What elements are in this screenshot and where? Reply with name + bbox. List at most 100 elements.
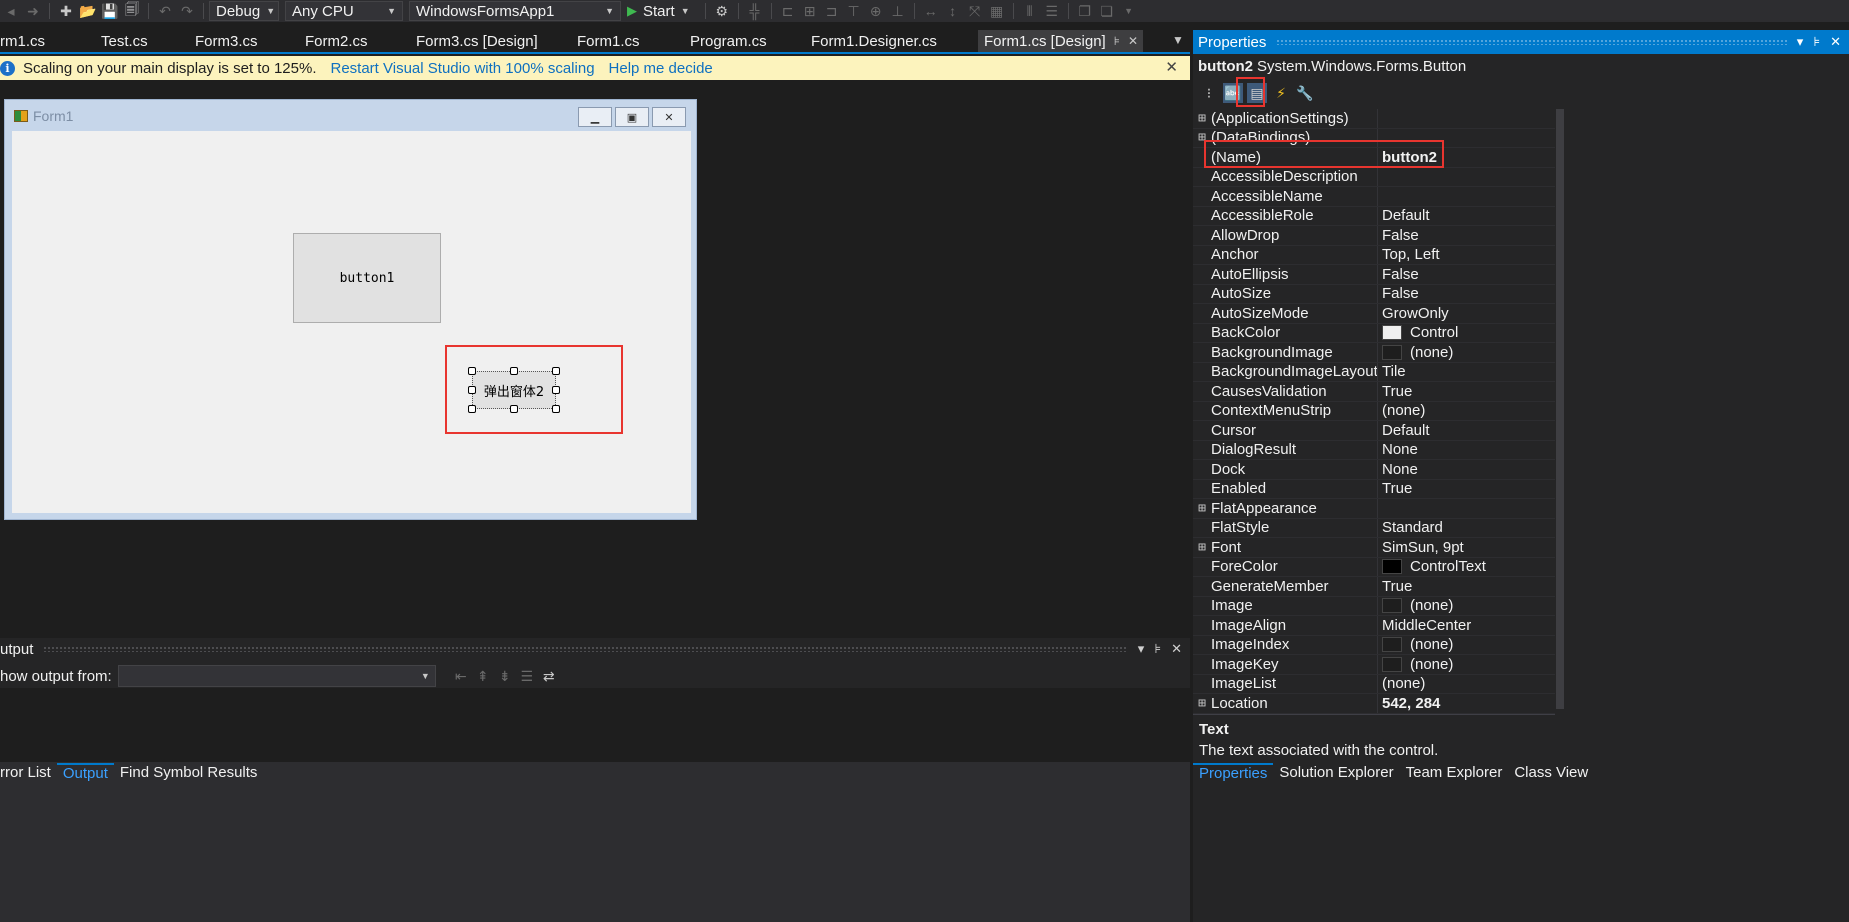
align-rights-icon[interactable]: ⊐ [822, 2, 842, 20]
tab-form1-cs-2[interactable]: Form1.cs [577, 30, 687, 52]
property-value[interactable]: (none) [1377, 655, 1555, 674]
close-icon[interactable]: ✕ [1830, 34, 1841, 50]
align-to-grid-icon[interactable]: ╬ [745, 2, 765, 20]
object-selector[interactable]: button2 System.Windows.Forms.Button [1193, 54, 1849, 78]
align-tops-icon[interactable]: ⊤ [844, 2, 864, 20]
property-value[interactable]: False [1377, 226, 1555, 245]
browser-link-icon[interactable]: ⚙ [712, 2, 732, 20]
pin-icon[interactable]: ⊧ [1154, 641, 1161, 657]
property-row[interactable]: ⊞ Location 542, 284 [1193, 694, 1555, 714]
panel-grip[interactable] [1276, 39, 1787, 45]
make-same-height-icon[interactable]: ↕ [943, 2, 963, 20]
property-value[interactable]: False [1377, 284, 1555, 303]
tab-program-cs[interactable]: Program.cs [687, 30, 811, 52]
property-row[interactable]: FlatStyle Standard [1193, 518, 1555, 538]
start-button[interactable]: ▶ Start ▼ [627, 3, 690, 20]
tab-properties[interactable]: Properties [1193, 762, 1274, 782]
tab-find-symbol-results[interactable]: Find Symbol Results [114, 764, 264, 781]
tab-error-list[interactable]: rror List [0, 764, 57, 781]
property-row[interactable]: ImageKey (none) [1193, 655, 1555, 675]
property-value[interactable]: Top, Left [1377, 245, 1555, 264]
property-value[interactable]: Tile [1377, 362, 1555, 381]
property-row[interactable]: Cursor Default [1193, 421, 1555, 441]
property-row[interactable]: ForeColor ControlText [1193, 557, 1555, 577]
bring-to-front-icon[interactable]: ❐ [1075, 2, 1095, 20]
previous-message-icon[interactable]: ⇞ [473, 667, 493, 685]
vertical-spacing-icon[interactable]: ☰ [1042, 2, 1062, 20]
close-icon[interactable]: ✕ [1171, 641, 1182, 657]
align-bottoms-icon[interactable]: ⊥ [888, 2, 908, 20]
property-value[interactable]: None [1377, 460, 1555, 479]
save-all-icon[interactable]: 🗐 [122, 1, 142, 20]
property-row[interactable]: AutoEllipsis False [1193, 265, 1555, 285]
property-value[interactable]: Default [1377, 206, 1555, 225]
horizontal-spacing-icon[interactable]: ⫴ [1020, 2, 1040, 20]
property-value[interactable] [1377, 167, 1555, 186]
property-row[interactable]: AutoSize False [1193, 284, 1555, 304]
restart-scaling-link[interactable]: Restart Visual Studio with 100% scaling [331, 60, 595, 77]
tab-class-view[interactable]: Class View [1508, 764, 1594, 781]
property-row[interactable]: GenerateMember True [1193, 577, 1555, 597]
open-folder-icon[interactable]: 📂 [78, 2, 98, 20]
solution-config-select[interactable]: Debug ▼ [209, 1, 279, 21]
new-project-icon[interactable]: ✚ [56, 2, 76, 20]
startup-project-select[interactable]: WindowsFormsApp1 ▼ [409, 1, 621, 21]
output-source-select[interactable]: ▼ [117, 665, 436, 687]
help-me-decide-link[interactable]: Help me decide [609, 60, 713, 77]
find-message-icon[interactable]: ⇤ [451, 667, 471, 685]
property-row[interactable]: ⊞ (ApplicationSettings) [1193, 109, 1555, 129]
property-value[interactable]: True [1377, 577, 1555, 596]
tab-form2-cs[interactable]: Form2.cs [302, 30, 412, 52]
property-row[interactable]: AutoSizeMode GrowOnly [1193, 304, 1555, 324]
pin-icon[interactable]: ⊧ [1114, 34, 1120, 48]
toolbar-overflow-icon[interactable]: ▼ [1119, 2, 1139, 20]
dropdown-icon[interactable]: ▾ [1138, 641, 1145, 657]
property-value[interactable]: True [1377, 479, 1555, 498]
expand-icon[interactable]: ⊞ [1193, 111, 1211, 126]
property-value[interactable]: Default [1377, 421, 1555, 440]
expand-icon[interactable]: ⊞ [1193, 696, 1211, 711]
tab-form3-design[interactable]: Form3.cs [Design] [412, 30, 577, 52]
size-to-grid-icon[interactable]: ▦ [987, 2, 1007, 20]
undo-icon[interactable]: ↶ [155, 2, 175, 20]
align-lefts-icon[interactable]: ⊏ [778, 2, 798, 20]
property-row[interactable]: BackgroundImage (none) [1193, 343, 1555, 363]
pin-icon[interactable]: ⊧ [1813, 34, 1820, 50]
word-wrap-icon[interactable]: ⇄ [539, 667, 559, 685]
tab-team-explorer[interactable]: Team Explorer [1400, 764, 1509, 781]
tab-output[interactable]: Output [56, 762, 114, 782]
property-pages-icon[interactable]: 🔧 [1295, 83, 1315, 103]
next-message-icon[interactable]: ⇟ [495, 667, 515, 685]
property-value[interactable]: None [1377, 440, 1555, 459]
property-row[interactable]: BackColor Control [1193, 323, 1555, 343]
expand-icon[interactable]: ⊞ [1193, 501, 1211, 516]
tab-form1-designer-cs[interactable]: Form1.Designer.cs [811, 30, 978, 52]
property-value[interactable]: False [1377, 265, 1555, 284]
property-value[interactable]: (none) [1377, 635, 1555, 654]
property-row[interactable]: AccessibleDescription [1193, 167, 1555, 187]
property-row[interactable]: ImageAlign MiddleCenter [1193, 616, 1555, 636]
output-text-area[interactable] [0, 688, 1190, 762]
property-row[interactable]: AccessibleName [1193, 187, 1555, 207]
property-row[interactable]: DialogResult None [1193, 440, 1555, 460]
form-client-area[interactable]: button1 弹出窗体2 [12, 131, 691, 513]
property-value[interactable]: GrowOnly [1377, 304, 1555, 323]
property-row[interactable]: ⊞ Font SimSun, 9pt [1193, 538, 1555, 558]
property-row[interactable]: ImageList (none) [1193, 674, 1555, 694]
align-middles-icon[interactable]: ⊕ [866, 2, 886, 20]
redo-icon[interactable]: ↷ [177, 2, 197, 20]
platform-select[interactable]: Any CPU ▼ [285, 1, 403, 21]
property-row[interactable]: ImageIndex (none) [1193, 635, 1555, 655]
property-row[interactable]: CausesValidation True [1193, 382, 1555, 402]
property-value[interactable] [1377, 499, 1555, 518]
tab-test-cs[interactable]: Test.cs [96, 30, 192, 52]
property-value[interactable]: (none) [1377, 401, 1555, 420]
tab-form1-cs-1[interactable]: rm1.cs [0, 30, 96, 52]
property-value[interactable]: SimSun, 9pt [1377, 538, 1555, 557]
dropdown-icon[interactable]: ▾ [1797, 34, 1804, 50]
categorized-icon[interactable]: ⁝ [1199, 83, 1219, 103]
property-value[interactable]: Control [1377, 323, 1555, 342]
property-value[interactable]: (none) [1377, 674, 1555, 693]
tab-form1-design[interactable]: Form1.cs [Design] ⊧ ✕ [978, 30, 1143, 52]
expand-icon[interactable]: ⊞ [1193, 540, 1211, 555]
